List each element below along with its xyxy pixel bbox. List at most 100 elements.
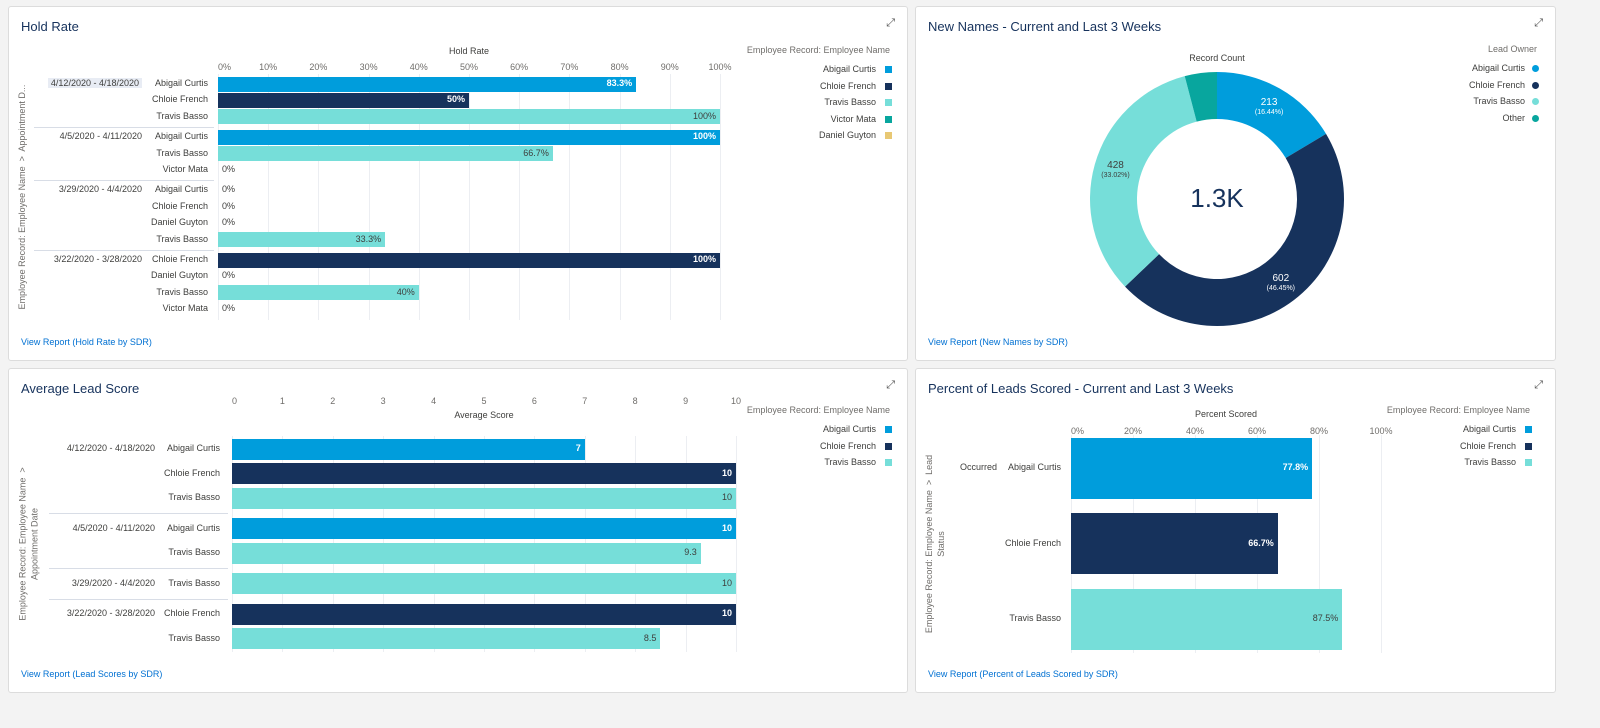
row-label: Travis Basso: [168, 492, 220, 502]
legend-title: Lead Owner: [1487, 44, 1537, 54]
slice-travis-basso[interactable]: [1090, 76, 1197, 287]
expand-icon[interactable]: ⤢: [886, 379, 895, 392]
legend-item[interactable]: Abigail Curtis: [1472, 63, 1525, 73]
slice-chloie-french[interactable]: [1125, 133, 1344, 326]
legend-swatch: [885, 99, 892, 106]
x-axis-title: Hold Rate: [448, 46, 490, 56]
x-tick-label: 80%: [1309, 426, 1328, 436]
legend-item[interactable]: Travis Basso: [1473, 96, 1525, 106]
group-label: 3/22/2020 - 3/28/2020: [53, 254, 142, 264]
legend-swatch: [885, 426, 892, 433]
bar-value-label: 100%: [692, 131, 716, 142]
bar-chloie-french[interactable]: [232, 463, 736, 484]
x-tick-label: 30%: [359, 62, 378, 72]
bar-travis-basso[interactable]: [232, 628, 661, 649]
legend-item[interactable]: Abigail Curtis: [823, 64, 876, 74]
bar-abigail-curtis[interactable]: [218, 129, 720, 145]
y-axis-title: Employee Record: Employee Name > Appoint…: [17, 467, 39, 621]
x-tick-label: 20%: [309, 62, 328, 72]
group-label: 4/5/2020 - 4/11/2020: [72, 522, 155, 533]
row-label: Abigail Curtis: [154, 78, 208, 88]
legend-item[interactable]: Chloie French: [820, 441, 876, 451]
x-tick-label: 5: [481, 396, 487, 406]
bar-travis-basso[interactable]: [232, 542, 701, 564]
legend-item[interactable]: Chloie French: [1469, 80, 1525, 90]
legend-swatch: [885, 459, 892, 466]
row-label: Abigail Curtis: [154, 184, 208, 195]
gridline: [1381, 434, 1382, 653]
slice-value-label: 428: [1107, 160, 1124, 172]
legend-dot: [1532, 81, 1539, 89]
row-label: Abigail Curtis: [154, 131, 208, 142]
view-report-link[interactable]: View Report (Lead Scores by SDR): [21, 669, 162, 679]
row-label: Travis Basso: [1009, 613, 1061, 623]
x-tick-label: 40%: [409, 62, 428, 72]
percent-leads-scored-panel: Percent of Leads Scored - Current and La…: [915, 368, 1556, 693]
x-tick-label: 70%: [560, 62, 579, 72]
legend-swatch: [885, 82, 892, 90]
group-label: 4/12/2020 - 4/18/2020: [66, 443, 155, 453]
legend-item[interactable]: Chloie French: [1460, 441, 1516, 451]
row-label: Travis Basso: [156, 286, 208, 297]
expand-icon[interactable]: ⤢: [886, 17, 895, 30]
bar-value-label: 100%: [692, 110, 716, 121]
bar-abigail-curtis[interactable]: [232, 438, 585, 460]
bar-value-label: 0%: [222, 303, 236, 314]
group-separator: [49, 598, 228, 600]
row-label: Travis Basso: [168, 577, 220, 588]
legend-item[interactable]: Travis Basso: [824, 97, 876, 107]
bar-value-label: 100%: [692, 254, 716, 264]
legend-item[interactable]: Other: [1502, 113, 1525, 123]
slice-value-label: 602: [1272, 273, 1290, 284]
bar-travis-basso[interactable]: [232, 487, 736, 509]
bar-value-label: 10: [721, 492, 732, 502]
group-separator: [34, 180, 214, 182]
legend-item[interactable]: Travis Basso: [824, 457, 876, 467]
x-tick-label: 100%: [1369, 426, 1393, 436]
legend-swatch: [885, 115, 892, 123]
view-report-link[interactable]: View Report (Percent of Leads Scored by …: [928, 669, 1118, 679]
bar-value-label: 66.7%: [523, 147, 549, 158]
panel-title: Average Lead Score: [21, 381, 140, 396]
legend-item[interactable]: Abigail Curtis: [823, 424, 876, 434]
bar-value-label: 83.3%: [606, 78, 633, 88]
legend-swatch: [1525, 426, 1532, 433]
x-tick-label: 90%: [660, 62, 679, 72]
group-label: 3/22/2020 - 3/28/2020: [66, 608, 155, 618]
legend-title: Employee Record: Employee Name: [1386, 405, 1530, 415]
row-label: Travis Basso: [156, 147, 208, 158]
bar-value-label: 10: [721, 577, 732, 588]
y-axis-title: Employee Record: Employee Name > Appoint…: [17, 84, 27, 310]
bar-abigail-curtis[interactable]: [232, 518, 736, 539]
bar-travis-basso[interactable]: [218, 109, 720, 125]
group-separator: [49, 513, 228, 515]
view-report-link[interactable]: View Report (Hold Rate by SDR): [21, 337, 152, 347]
x-tick-label: 60%: [1247, 426, 1266, 436]
legend-title: Employee Record: Employee Name: [746, 405, 890, 415]
legend-item[interactable]: Victor Mata: [831, 114, 876, 124]
bar-travis-basso[interactable]: [232, 573, 736, 594]
legend-item[interactable]: Chloie French: [820, 81, 876, 91]
x-axis-title: Average Score: [454, 410, 514, 420]
bar-value-label: 0%: [222, 217, 236, 228]
x-axis-title: Percent Scored: [1194, 409, 1258, 419]
expand-icon[interactable]: ⤢: [1534, 379, 1543, 392]
x-tick-label: 0%: [218, 62, 232, 72]
bar-abigail-curtis[interactable]: [218, 76, 637, 92]
x-tick-label: 0: [232, 396, 238, 406]
row-label: Chloie French: [151, 94, 208, 105]
chart-title: Record Count: [1189, 53, 1245, 63]
row-label: Abigail Curtis: [166, 522, 220, 533]
row-label: Chloie French: [151, 200, 208, 211]
legend-item[interactable]: Abigail Curtis: [1463, 424, 1516, 434]
x-tick-label: 40%: [1185, 426, 1204, 436]
legend-item[interactable]: Daniel Guyton: [819, 130, 876, 140]
panel-title: Hold Rate: [21, 19, 79, 34]
bar-value-label: 0%: [222, 270, 236, 281]
bar-chloie-french[interactable]: [218, 252, 720, 268]
legend-item[interactable]: Travis Basso: [1464, 457, 1516, 467]
y-axis-title: Employee Record: Employee Name > Lead St…: [924, 454, 946, 633]
bar-value-label: 0%: [222, 200, 236, 211]
bar-chloie-french[interactable]: [232, 603, 736, 625]
bar-value-label: 77.8%: [1282, 462, 1309, 472]
